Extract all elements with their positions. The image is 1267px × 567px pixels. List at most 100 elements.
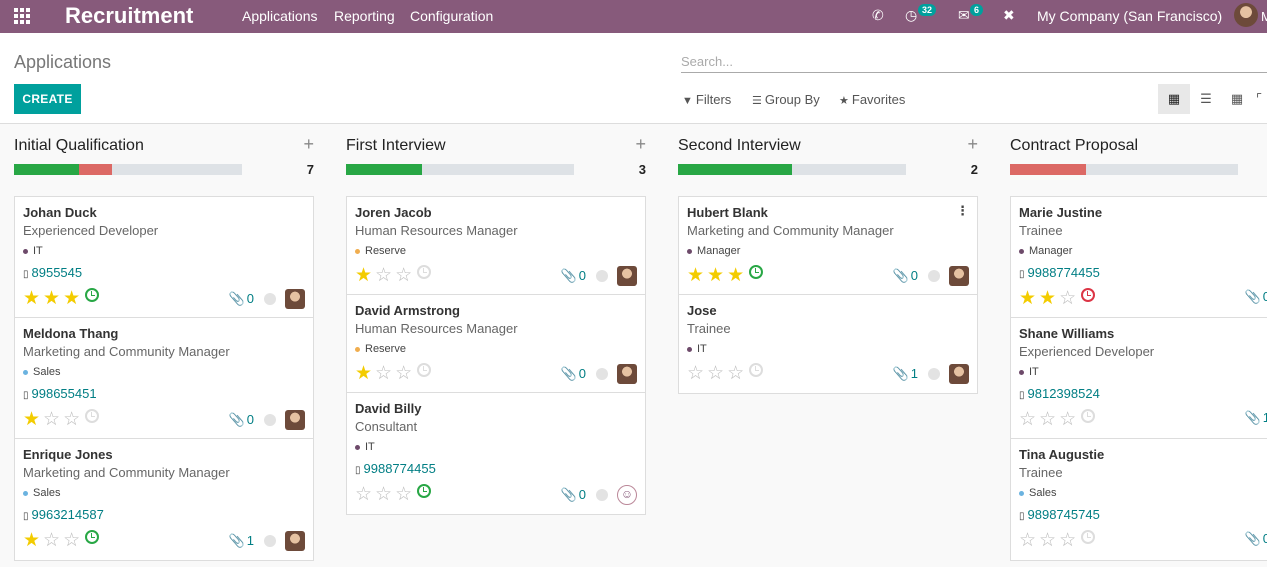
priority-star-icon[interactable]: ☆ — [395, 265, 415, 286]
kanban-state-dot[interactable] — [928, 368, 940, 380]
kanban-state-dot[interactable] — [596, 489, 608, 501]
priority-star-icon[interactable]: ☆ — [355, 484, 375, 505]
column-title[interactable]: Contract Proposal — [1010, 137, 1138, 155]
favorites-button[interactable]: ★ Favorites — [839, 92, 905, 107]
phone-number[interactable]: ▯ 9988774455 — [355, 461, 436, 476]
search-input[interactable] — [681, 51, 1267, 73]
priority-star-icon[interactable]: ☆ — [395, 363, 415, 384]
attachments[interactable]: 📎 0 — [561, 487, 586, 503]
progress-segment-green[interactable] — [346, 164, 422, 175]
attachments[interactable]: 📎 1 — [1245, 410, 1267, 426]
add-card-icon[interactable]: + — [303, 134, 314, 155]
priority-star-icon[interactable]: ★ — [355, 363, 375, 384]
column-progress-bar[interactable] — [14, 164, 242, 175]
activity-clock-icon[interactable] — [749, 265, 764, 279]
applicant-card[interactable]: Jose Trainee IT ☆☆☆ 📎 1 — [679, 295, 977, 393]
attachments[interactable]: 📎 1 — [229, 533, 254, 549]
activity-clock-icon[interactable] — [417, 484, 432, 498]
messages-icon[interactable]: ✉ — [958, 7, 970, 24]
priority-star-icon[interactable]: ★ — [63, 288, 83, 309]
progress-segment-red[interactable] — [1010, 164, 1086, 175]
phone-number[interactable]: ▯ 9988774455 — [1019, 265, 1100, 280]
column-progress-bar[interactable] — [1010, 164, 1238, 175]
user-avatar[interactable] — [617, 266, 637, 286]
phone-number[interactable]: ▯ 9963214587 — [23, 507, 104, 522]
graph-view-button[interactable]: ⌜ — [1251, 84, 1267, 114]
group-by-button[interactable]: ☰ Group By — [752, 92, 820, 107]
priority-star-icon[interactable]: ★ — [23, 288, 43, 309]
priority-star-icon[interactable]: ★ — [727, 265, 747, 286]
kanban-view-button[interactable]: ▦ — [1158, 84, 1190, 114]
attachments[interactable]: 📎 0 — [229, 291, 254, 307]
attachments[interactable]: 📎 0 — [1245, 531, 1267, 547]
progress-segment-green[interactable] — [678, 164, 792, 175]
phone-number[interactable]: ▯ 9812398524 — [1019, 386, 1100, 401]
kanban-state-dot[interactable] — [928, 270, 940, 282]
user-avatar[interactable] — [949, 266, 969, 286]
app-title[interactable]: Recruitment — [65, 3, 193, 29]
priority-star-icon[interactable]: ☆ — [63, 409, 83, 430]
priority-star-icon[interactable]: ☆ — [1039, 530, 1059, 551]
user-avatar[interactable] — [285, 531, 305, 551]
user-avatar[interactable] — [949, 364, 969, 384]
pivot-view-button[interactable]: ▦ — [1221, 84, 1253, 114]
activity-clock-icon[interactable] — [85, 288, 100, 302]
priority-star-icon[interactable]: ☆ — [1019, 409, 1039, 430]
activity-clock-icon[interactable] — [749, 363, 764, 377]
attachments[interactable]: 📎 0 — [893, 268, 918, 284]
priority-star-icon[interactable]: ☆ — [1019, 530, 1039, 551]
phone-number[interactable]: ▯ 998655451 — [23, 386, 97, 401]
applicant-card[interactable]: Meldona Thang Marketing and Community Ma… — [15, 318, 313, 439]
kanban-state-dot[interactable] — [264, 414, 276, 426]
phone-number[interactable]: ▯ 9898745745 — [1019, 507, 1100, 522]
priority-star-icon[interactable]: ☆ — [43, 530, 63, 551]
activity-clock-icon[interactable] — [1081, 409, 1096, 423]
activity-clock-icon[interactable] — [1081, 288, 1096, 302]
priority-star-icon[interactable]: ☆ — [375, 363, 395, 384]
debug-tools-icon[interactable]: ✖ — [1003, 7, 1015, 24]
priority-star-icon[interactable]: ☆ — [727, 363, 747, 384]
activity-clock-icon[interactable] — [85, 409, 100, 423]
menu-configuration[interactable]: Configuration — [410, 8, 493, 24]
priority-star-icon[interactable]: ☆ — [1059, 530, 1079, 551]
user-avatar[interactable] — [1234, 3, 1258, 27]
priority-star-icon[interactable]: ☆ — [1039, 409, 1059, 430]
applicant-card[interactable]: David Billy Consultant IT ▯ 9988774455 ☆☆… — [347, 393, 645, 514]
user-avatar[interactable] — [617, 364, 637, 384]
applicant-card[interactable]: Joren Jacob Human Resources Manager Rese… — [347, 197, 645, 295]
user-avatar[interactable] — [285, 410, 305, 430]
create-button[interactable]: CREATE — [14, 84, 81, 114]
phone-number[interactable]: ▯ 8955545 — [23, 265, 82, 280]
add-card-icon[interactable]: + — [967, 134, 978, 155]
menu-applications[interactable]: Applications — [242, 8, 318, 24]
applicant-card[interactable]: David Armstrong Human Resources Manager … — [347, 295, 645, 393]
priority-star-icon[interactable]: ☆ — [43, 409, 63, 430]
activity-clock-icon[interactable] — [85, 530, 100, 544]
attachments[interactable]: 📎 0 — [229, 412, 254, 428]
applicant-card[interactable]: Hubert Blank ⋮ Marketing and Community M… — [679, 197, 977, 295]
list-view-button[interactable]: ☰ — [1190, 84, 1222, 114]
priority-star-icon[interactable]: ★ — [23, 530, 43, 551]
priority-star-icon[interactable]: ★ — [23, 409, 43, 430]
priority-star-icon[interactable]: ☆ — [687, 363, 707, 384]
unassigned-smiley-icon[interactable]: ☺ — [617, 485, 637, 505]
priority-star-icon[interactable]: ★ — [43, 288, 63, 309]
attachments[interactable]: 📎 0 — [561, 268, 586, 284]
priority-star-icon[interactable]: ★ — [687, 265, 707, 286]
phone-icon[interactable]: ✆ — [872, 7, 884, 24]
attachments[interactable]: 📎 1 — [893, 366, 918, 382]
priority-star-icon[interactable]: ★ — [1039, 288, 1059, 309]
kanban-state-dot[interactable] — [596, 270, 608, 282]
applicant-card[interactable]: Marie Justine Trainee Manager ▯ 998877445… — [1011, 197, 1267, 318]
applicant-card[interactable]: Enrique Jones Marketing and Community Ma… — [15, 439, 313, 560]
menu-reporting[interactable]: Reporting — [334, 8, 395, 24]
user-name[interactable]: M — [1261, 9, 1267, 24]
column-title[interactable]: First Interview — [346, 137, 446, 155]
column-title[interactable]: Second Interview — [678, 137, 801, 155]
activity-clock-icon[interactable] — [417, 265, 432, 279]
priority-star-icon[interactable]: ☆ — [1059, 288, 1079, 309]
user-avatar[interactable] — [285, 289, 305, 309]
activity-clock-icon[interactable] — [417, 363, 432, 377]
apps-menu-icon[interactable] — [14, 8, 32, 24]
priority-star-icon[interactable]: ☆ — [375, 484, 395, 505]
